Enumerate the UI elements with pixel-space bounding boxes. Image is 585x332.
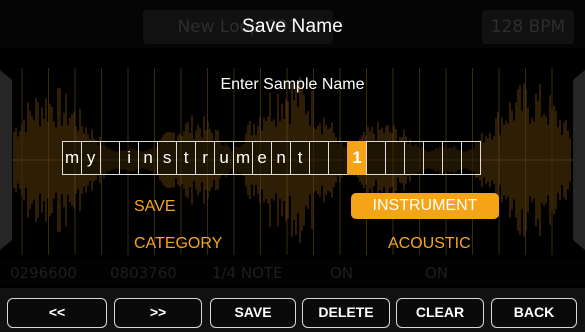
character-box[interactable]	[461, 141, 482, 175]
character-box[interactable]: e	[252, 141, 273, 175]
background-info-end: 0803760	[110, 264, 177, 282]
delete-button[interactable]: DELETE	[302, 298, 390, 328]
character-box[interactable]: t	[290, 141, 311, 175]
category-value-selected[interactable]: INSTRUMENT	[351, 193, 499, 219]
background-info-grid: 1/4 NOTE	[212, 264, 283, 282]
character-box-cursor[interactable]: 1	[347, 141, 368, 175]
category-label: CATEGORY	[134, 235, 223, 252]
clear-button[interactable]: CLEAR	[396, 298, 484, 328]
character-box[interactable]: m	[62, 141, 83, 175]
character-box[interactable]	[423, 141, 444, 175]
character-box[interactable]: n	[138, 141, 159, 175]
character-box[interactable]	[385, 141, 406, 175]
character-box[interactable]: y	[81, 141, 102, 175]
name-character-boxes[interactable]: myinstrument1	[62, 141, 482, 175]
cursor-left-button[interactable]: <<	[7, 298, 107, 328]
save-label: SAVE	[134, 198, 176, 215]
character-box[interactable]: m	[233, 141, 254, 175]
back-button[interactable]: BACK	[491, 298, 577, 328]
character-box[interactable]: i	[119, 141, 140, 175]
character-box[interactable]: u	[214, 141, 235, 175]
character-box[interactable]: r	[195, 141, 216, 175]
character-box[interactable]: n	[271, 141, 292, 175]
character-box[interactable]	[100, 141, 121, 175]
character-box[interactable]	[366, 141, 387, 175]
cursor-right-button[interactable]: >>	[114, 298, 202, 328]
character-box[interactable]: s	[157, 141, 178, 175]
subcategory-value[interactable]: ACOUSTIC	[388, 235, 471, 253]
character-box[interactable]	[442, 141, 463, 175]
save-button[interactable]: SAVE	[210, 298, 296, 328]
button-bar: << >> SAVE DELETE CLEAR BACK	[0, 288, 585, 332]
left-edge-marker	[0, 70, 12, 250]
character-box[interactable]	[309, 141, 330, 175]
dialog-title: Save Name	[241, 16, 344, 37]
background-info-row: 0296600 0803760 1/4 NOTE ON ON	[0, 260, 585, 286]
background-info-start: 0296600	[10, 264, 77, 282]
character-box[interactable]	[404, 141, 425, 175]
background-info-loop: ON	[425, 264, 449, 282]
character-box[interactable]: t	[176, 141, 197, 175]
character-box[interactable]	[328, 141, 349, 175]
background-info-snap: ON	[330, 264, 354, 282]
prompt-text: Enter Sample Name	[220, 76, 365, 93]
right-edge-marker	[573, 70, 585, 250]
